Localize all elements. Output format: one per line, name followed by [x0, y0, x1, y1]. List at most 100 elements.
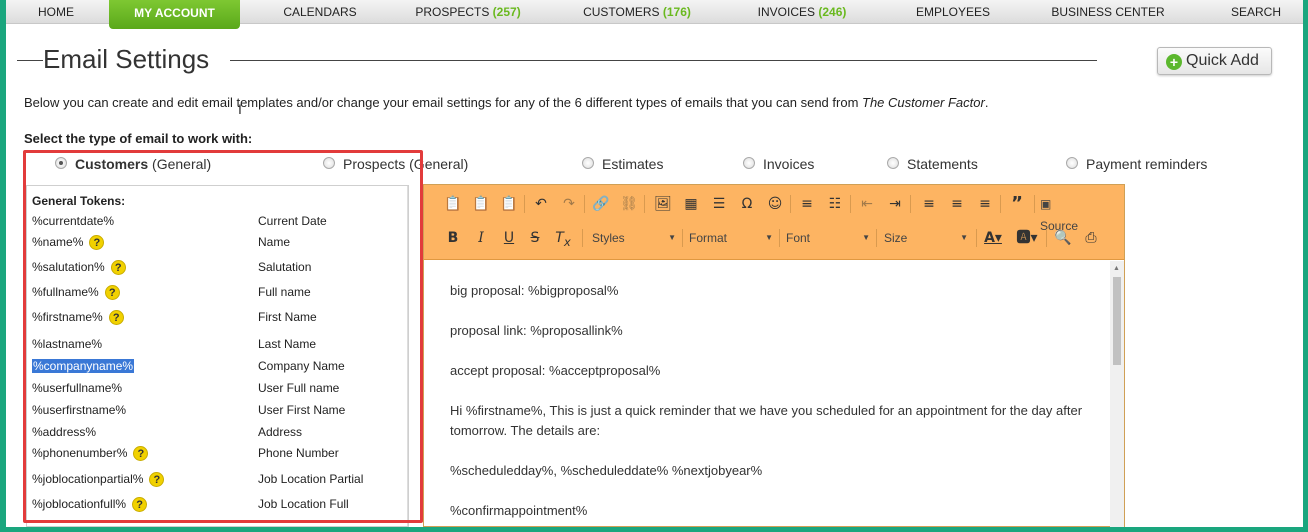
scroll-thumb[interactable]	[1113, 277, 1121, 365]
unlink-icon[interactable]: ⛓	[618, 193, 640, 215]
toolbar-separator	[779, 229, 780, 247]
format-dropdown[interactable]: Format ▼	[689, 227, 773, 249]
toolbar-separator	[1046, 229, 1047, 247]
bold-icon[interactable]: B	[442, 227, 464, 249]
numbered-list-icon[interactable]: ≡	[796, 193, 818, 215]
dropdown-arrow-icon: ▼	[960, 233, 968, 242]
radio-dot[interactable]	[582, 157, 594, 169]
dropdown-arrow-icon: ▼	[862, 233, 870, 242]
clear-format-icon[interactable]: Tx	[552, 227, 574, 249]
editor-toolbar: 📋 📋 📋 ↶ ↷ 🔗 ⛓ 🖼 ▦ ☰ Ω ☺ ≡ ☷ ⇤ ⇥ ≡ ≡ ≡ ” …	[424, 185, 1124, 260]
radio-dot[interactable]	[743, 157, 755, 169]
nav-customers[interactable]: CUSTOMERS (176)	[583, 0, 691, 24]
plus-icon: +	[1166, 54, 1182, 70]
radio-dot-selected[interactable]	[55, 157, 67, 169]
horizontal-rule-icon[interactable]: ☰	[708, 193, 730, 215]
align-center-icon[interactable]: ≡	[946, 193, 968, 215]
link-icon[interactable]: 🔗	[590, 193, 612, 215]
tokens-panel[interactable]: General Tokens: %currentdate% Current Dat…	[26, 185, 409, 527]
token-row[interactable]: %joblocationpartial%? Job Location Partia…	[27, 469, 407, 491]
help-icon[interactable]: ?	[104, 285, 120, 301]
scroll-up-icon[interactable]: ▲	[1113, 265, 1120, 272]
toolbar-separator	[790, 195, 791, 213]
toolbar-separator	[644, 195, 645, 213]
token-row[interactable]: %currentdate% Current Date	[27, 211, 407, 233]
size-dropdown[interactable]: Size ▼	[884, 227, 968, 249]
undo-icon[interactable]: ↶	[530, 193, 552, 215]
redo-icon[interactable]: ↷	[558, 193, 580, 215]
outdent-icon[interactable]: ⇤	[856, 193, 878, 215]
align-left-icon[interactable]: ≡	[918, 193, 940, 215]
italic-icon[interactable]: I	[470, 227, 492, 249]
token-row[interactable]: %userfullname% User Full name	[27, 378, 407, 400]
print-icon[interactable]: ⎙	[1080, 227, 1102, 249]
smiley-icon[interactable]: ☺	[764, 193, 786, 215]
token-row[interactable]: %address% Address	[27, 422, 407, 444]
bulleted-list-icon[interactable]: ☷	[824, 193, 846, 215]
special-char-icon[interactable]: Ω	[736, 193, 758, 215]
editor-paragraph: proposal link: %proposallink%	[450, 323, 623, 338]
nav-prospects[interactable]: PROSPECTS (257)	[415, 0, 520, 24]
toolbar-separator	[524, 195, 525, 213]
nav-my-account[interactable]: MY ACCOUNT	[109, 0, 240, 29]
blockquote-icon[interactable]: ”	[1006, 193, 1028, 215]
paste-text-icon[interactable]: 📋	[470, 193, 492, 215]
indent-icon[interactable]: ⇥	[884, 193, 906, 215]
radio-dot[interactable]	[1066, 157, 1078, 169]
image-icon[interactable]: 🖼	[652, 193, 674, 215]
token-row[interactable]: %userfirstname% User First Name	[27, 400, 407, 422]
preview-icon[interactable]: 🔍	[1052, 227, 1074, 249]
nav-calendars[interactable]: CALENDARS	[283, 0, 356, 24]
toolbar-separator	[876, 229, 877, 247]
nav-search[interactable]: SEARCH	[1231, 0, 1281, 24]
underline-icon[interactable]: U	[498, 227, 520, 249]
paste-word-icon[interactable]: 📋	[498, 193, 520, 215]
toolbar-separator	[850, 195, 851, 213]
token-row[interactable]: %phonenumber%? Phone Number	[27, 443, 407, 465]
paste-icon[interactable]: 📋	[442, 193, 464, 215]
token-row[interactable]: %fullname%? Full name	[27, 282, 407, 304]
editor-scrollbar[interactable]: ▲	[1110, 261, 1124, 527]
tokens-scrollbar[interactable]: ▲	[407, 186, 408, 526]
nav-business-center[interactable]: BUSINESS CENTER	[1051, 0, 1164, 24]
help-icon[interactable]: ?	[149, 472, 165, 488]
dropdown-arrow-icon: ▼	[765, 233, 773, 242]
token-row-selected[interactable]: %companyname% Company Name	[27, 356, 407, 378]
text-color-icon[interactable]: A▾	[982, 227, 1004, 249]
radio-dot[interactable]	[887, 157, 899, 169]
toolbar-separator	[682, 229, 683, 247]
help-icon[interactable]: ?	[89, 235, 105, 251]
title-rule-left	[17, 60, 43, 61]
page-title: Email Settings	[43, 44, 210, 74]
align-right-icon[interactable]: ≡	[974, 193, 996, 215]
styles-dropdown[interactable]: Styles ▼	[592, 227, 676, 249]
radio-dot[interactable]	[323, 157, 335, 169]
editor-content[interactable]: big proposal: %bigproposal% proposal lin…	[424, 261, 1108, 527]
token-row[interactable]: %lastname% Last Name	[27, 334, 407, 356]
intro-text: Below you can create and edit email temp…	[24, 95, 989, 110]
token-row[interactable]: %salutation%? Salutation	[27, 257, 407, 279]
toolbar-separator	[584, 195, 585, 213]
strikethrough-icon[interactable]: S	[524, 227, 546, 249]
nav-employees[interactable]: EMPLOYEES	[916, 0, 990, 24]
editor-paragraph: %confirmappointment%	[450, 503, 588, 518]
token-row[interactable]: %name%? Name	[27, 232, 407, 254]
token-row[interactable]: %firstname%? First Name	[27, 307, 407, 329]
token-row[interactable]: %joblocationfull%? Job Location Full	[27, 494, 407, 516]
nav-invoices[interactable]: INVOICES (246)	[758, 0, 847, 24]
background-color-icon[interactable]: 🅰▾	[1016, 227, 1038, 249]
help-icon[interactable]: ?	[110, 260, 126, 276]
source-button[interactable]: ▣ Source	[1040, 193, 1078, 233]
help-icon[interactable]: ?	[132, 497, 148, 513]
help-icon[interactable]: ?	[108, 310, 124, 326]
quick-add-button[interactable]: + Quick Add	[1157, 47, 1272, 75]
help-icon[interactable]: ?	[133, 446, 149, 462]
nav-home[interactable]: HOME	[38, 0, 74, 24]
font-dropdown[interactable]: Font ▼	[786, 227, 870, 249]
email-editor: 📋 📋 📋 ↶ ↷ 🔗 ⛓ 🖼 ▦ ☰ Ω ☺ ≡ ☷ ⇤ ⇥ ≡ ≡ ≡ ” …	[423, 184, 1125, 527]
table-icon[interactable]: ▦	[680, 193, 702, 215]
editor-paragraph: Hi %firstname%, This is just a quick rem…	[450, 403, 1083, 438]
toolbar-separator	[976, 229, 977, 247]
top-nav: HOME MY ACCOUNT CALENDARS PROSPECTS (257…	[6, 0, 1303, 29]
editor-paragraph: big proposal: %bigproposal%	[450, 283, 619, 298]
